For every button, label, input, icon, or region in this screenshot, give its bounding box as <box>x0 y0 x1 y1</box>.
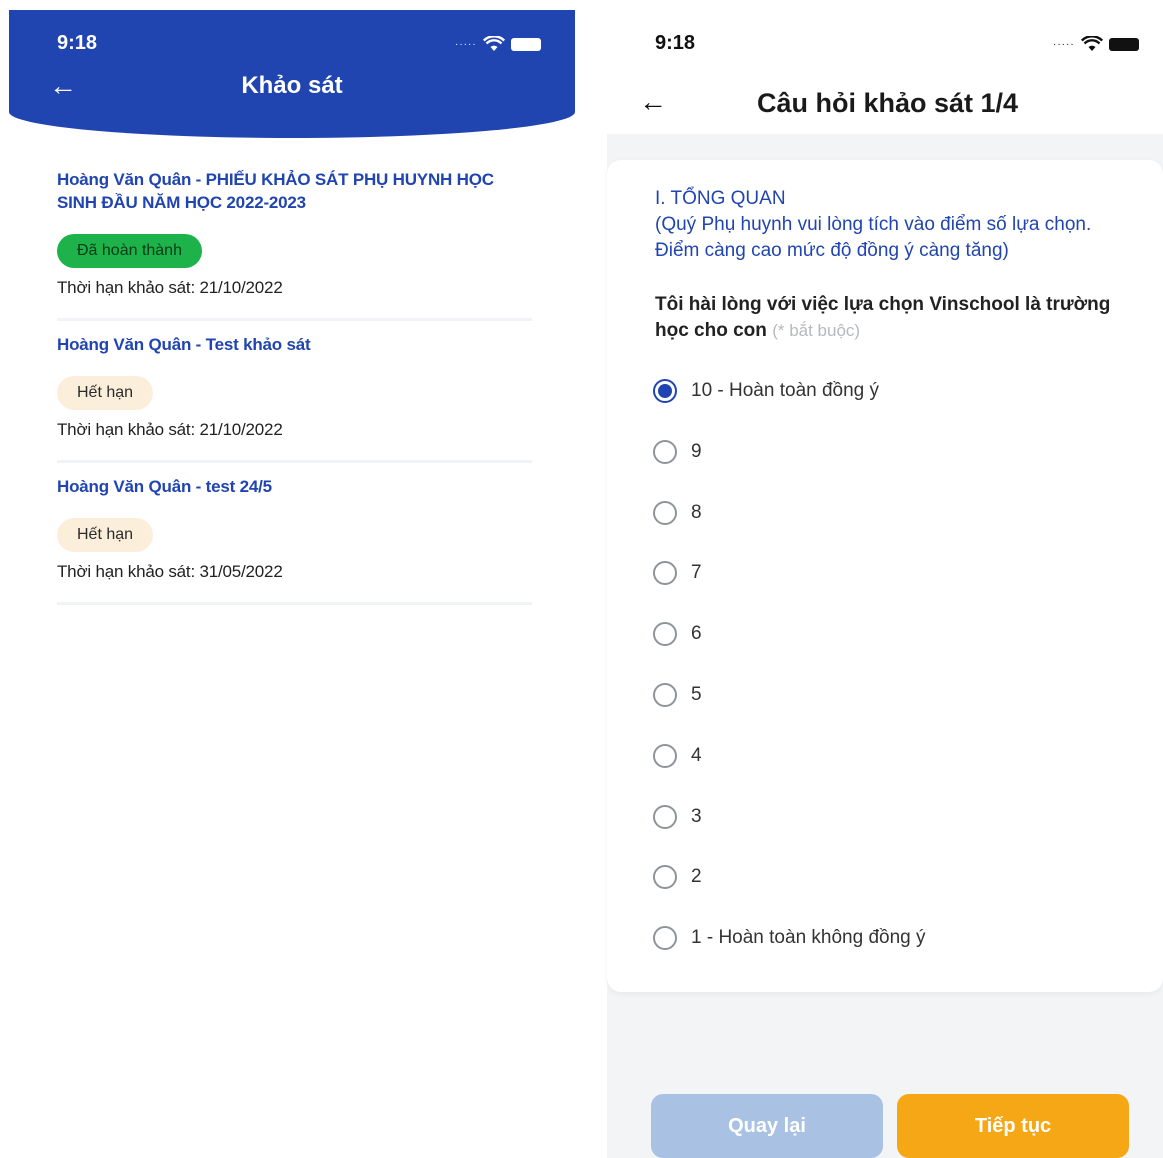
radio-icon[interactable] <box>653 500 677 525</box>
survey-item[interactable]: Hoàng Văn Quân - test 24/5 Hết hạn Thời … <box>57 475 532 605</box>
option-label[interactable]: 5 <box>691 680 702 710</box>
radio-icon[interactable] <box>653 743 677 768</box>
answer-options: 10 - Hoàn toàn đồng ý 9 8 7 6 5 4 3 2 1 … <box>653 376 926 984</box>
radio-icon[interactable] <box>653 439 677 464</box>
option-10[interactable]: 10 - Hoàn toàn đồng ý <box>653 376 926 437</box>
option-label[interactable]: 6 <box>691 619 702 649</box>
header: 9:18 ····· ← Câu hỏi khảo sát 1/4 <box>607 10 1163 134</box>
option-label[interactable]: 4 <box>691 741 702 771</box>
battery-icon <box>1108 37 1139 51</box>
radio-icon[interactable] <box>653 561 677 586</box>
option-7[interactable]: 7 <box>653 558 926 619</box>
survey-title[interactable]: Hoàng Văn Quân - Test khảo sát <box>57 333 532 356</box>
section-title: I. TỔNG QUAN <box>655 188 786 209</box>
status-badge: Hết hạn <box>57 376 154 410</box>
status-badge: Đã hoàn thành <box>57 234 202 268</box>
battery-icon <box>510 37 541 51</box>
continue-button[interactable]: Tiếp tục <box>897 1094 1129 1158</box>
signal-dots-icon: ····· <box>1053 38 1075 50</box>
option-1[interactable]: 1 - Hoàn toàn không đồng ý <box>653 923 926 984</box>
header: 9:18 ····· ← Khảo sát <box>9 10 575 138</box>
option-5[interactable]: 5 <box>653 680 926 741</box>
survey-item[interactable]: Hoàng Văn Quân - PHIẾU KHẢO SÁT PHỤ HUYN… <box>57 168 532 321</box>
status-icons: ····· <box>455 36 541 52</box>
wifi-icon <box>482 36 505 51</box>
option-label[interactable]: 8 <box>691 498 702 528</box>
back-arrow-icon[interactable]: ← <box>639 88 667 116</box>
page-title: Khảo sát <box>241 72 343 99</box>
survey-list: Hoàng Văn Quân - PHIẾU KHẢO SÁT PHỤ HUYN… <box>57 168 532 617</box>
option-label[interactable]: 10 - Hoàn toàn đồng ý <box>691 376 879 406</box>
status-icons: ····· <box>1053 36 1139 52</box>
radio-icon[interactable] <box>653 622 677 647</box>
survey-question-screen: 9:18 ····· ← Câu hỏi khảo sát 1/4 I. TỔN… <box>607 10 1163 1158</box>
option-3[interactable]: 3 <box>653 802 926 863</box>
survey-deadline: Thời hạn khảo sát: 31/05/2022 <box>57 562 283 581</box>
status-time: 9:18 <box>57 32 98 54</box>
option-4[interactable]: 4 <box>653 741 926 802</box>
option-8[interactable]: 8 <box>653 498 926 559</box>
option-label[interactable]: 7 <box>691 558 702 588</box>
section-note: (Quý Phụ huynh vui lòng tích vào điểm số… <box>655 214 1092 261</box>
required-note: (* bắt buộc) <box>772 321 861 340</box>
option-2[interactable]: 2 <box>653 862 926 923</box>
survey-title[interactable]: Hoàng Văn Quân - test 24/5 <box>57 475 532 498</box>
radio-icon[interactable] <box>653 682 677 707</box>
survey-deadline: Thời hạn khảo sát: 21/10/2022 <box>57 420 283 439</box>
question-label: Tôi hài lòng với việc lựa chọn Vinschool… <box>655 294 1111 341</box>
radio-icon[interactable] <box>653 804 677 829</box>
radio-icon[interactable] <box>653 926 677 951</box>
status-time: 9:18 <box>655 32 696 54</box>
option-label[interactable]: 2 <box>691 862 702 892</box>
signal-dots-icon: ····· <box>455 38 477 50</box>
question-text: Tôi hài lòng với việc lựa chọn Vinschool… <box>655 292 1135 344</box>
radio-icon[interactable] <box>653 865 677 890</box>
page-title: Câu hỏi khảo sát 1/4 <box>757 88 1019 118</box>
option-9[interactable]: 9 <box>653 437 926 498</box>
survey-item[interactable]: Hoàng Văn Quân - Test khảo sát Hết hạn T… <box>57 333 532 463</box>
wifi-icon <box>1080 36 1103 51</box>
question-card: I. TỔNG QUAN (Quý Phụ huynh vui lòng tíc… <box>607 160 1163 992</box>
option-6[interactable]: 6 <box>653 619 926 680</box>
survey-list-screen: 9:18 ····· ← Khảo sát Hoàng Văn Quân - P… <box>9 10 575 1158</box>
status-badge: Hết hạn <box>57 518 154 552</box>
survey-title[interactable]: Hoàng Văn Quân - PHIẾU KHẢO SÁT PHỤ HUYN… <box>57 168 532 214</box>
radio-checked-icon[interactable] <box>653 379 677 403</box>
option-label[interactable]: 9 <box>691 437 702 467</box>
option-label[interactable]: 1 - Hoàn toàn không đồng ý <box>691 923 926 953</box>
survey-deadline: Thời hạn khảo sát: 21/10/2022 <box>57 278 283 297</box>
section-header: I. TỔNG QUAN (Quý Phụ huynh vui lòng tíc… <box>655 186 1135 264</box>
option-label[interactable]: 3 <box>691 802 702 832</box>
back-button[interactable]: Quay lại <box>651 1094 883 1158</box>
